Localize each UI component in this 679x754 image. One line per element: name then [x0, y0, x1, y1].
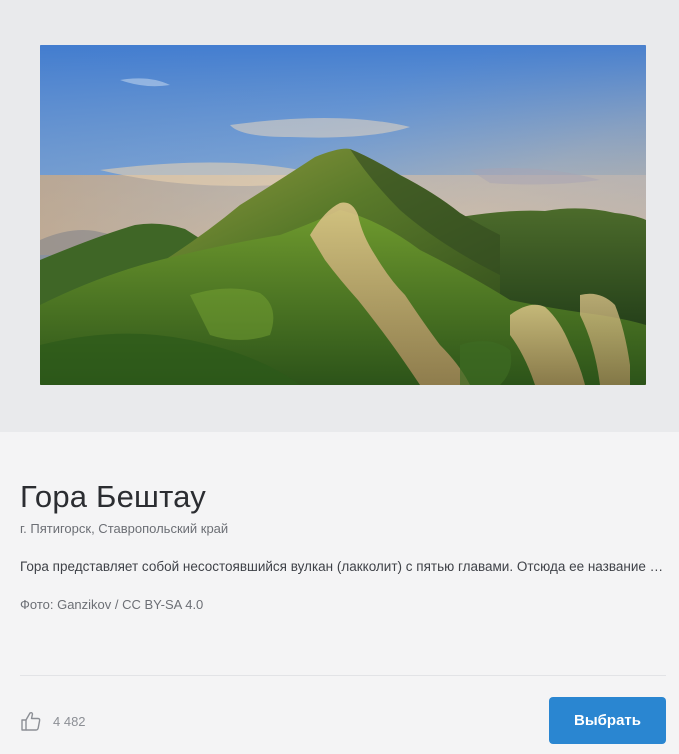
like-button[interactable]: 4 482: [20, 709, 86, 733]
photo-credit: Фото: Ganzikov / CC BY-SA 4.0: [20, 597, 204, 612]
like-count: 4 482: [53, 713, 86, 729]
place-description: Гора представляет собой несостоявшийся в…: [20, 559, 666, 574]
mountain-photo: [40, 45, 646, 385]
place-location: г. Пятигорск, Ставропольский край: [20, 521, 229, 536]
thumbs-up-icon: [20, 710, 42, 732]
place-title: Гора Бештау: [20, 479, 206, 514]
choose-button[interactable]: Выбрать: [549, 697, 666, 744]
divider: [20, 675, 666, 676]
card-footer: 4 482 Выбрать: [20, 697, 666, 745]
place-card: Гора Бештау г. Пятигорск, Ставропольский…: [0, 0, 679, 754]
image-area: [0, 0, 679, 432]
